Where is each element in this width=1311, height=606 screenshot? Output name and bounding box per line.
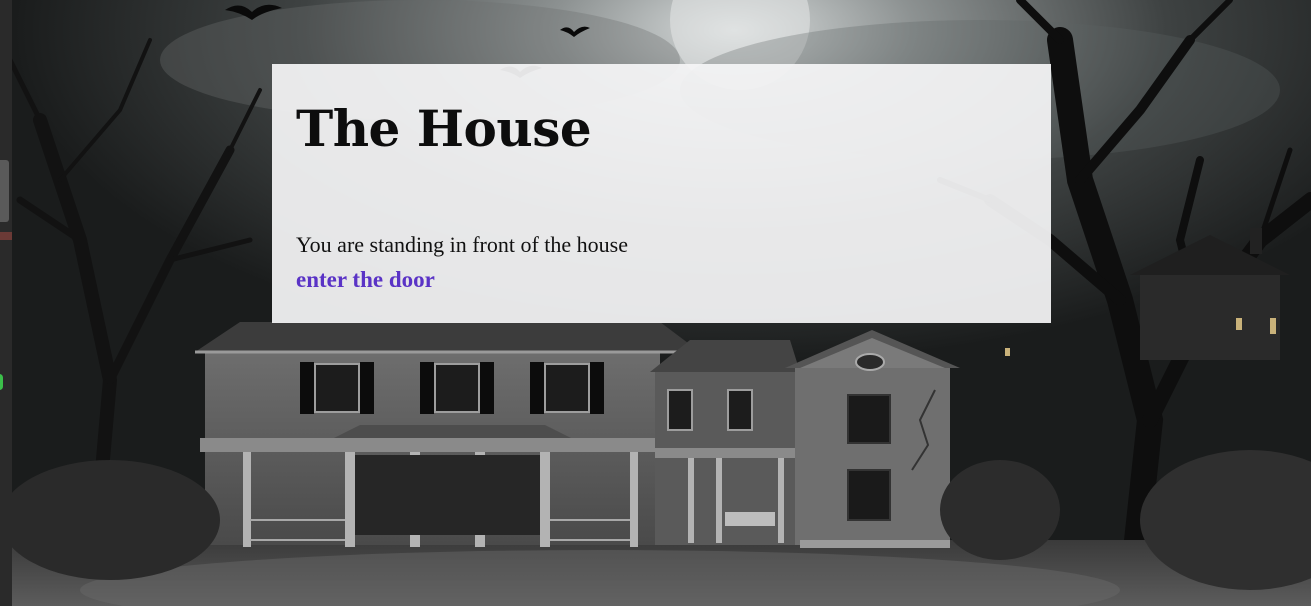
story-description: You are standing in front of the house — [296, 232, 628, 257]
status-indicator — [0, 374, 3, 390]
side-panel-marker — [0, 232, 12, 240]
page-title: The House — [296, 99, 592, 158]
left-window-edge — [0, 0, 12, 606]
side-panel-handle[interactable] — [0, 160, 9, 222]
story-card: The House You are standing in front of t… — [272, 64, 1051, 323]
choice-link-enter-door[interactable]: enter the door — [296, 267, 435, 293]
